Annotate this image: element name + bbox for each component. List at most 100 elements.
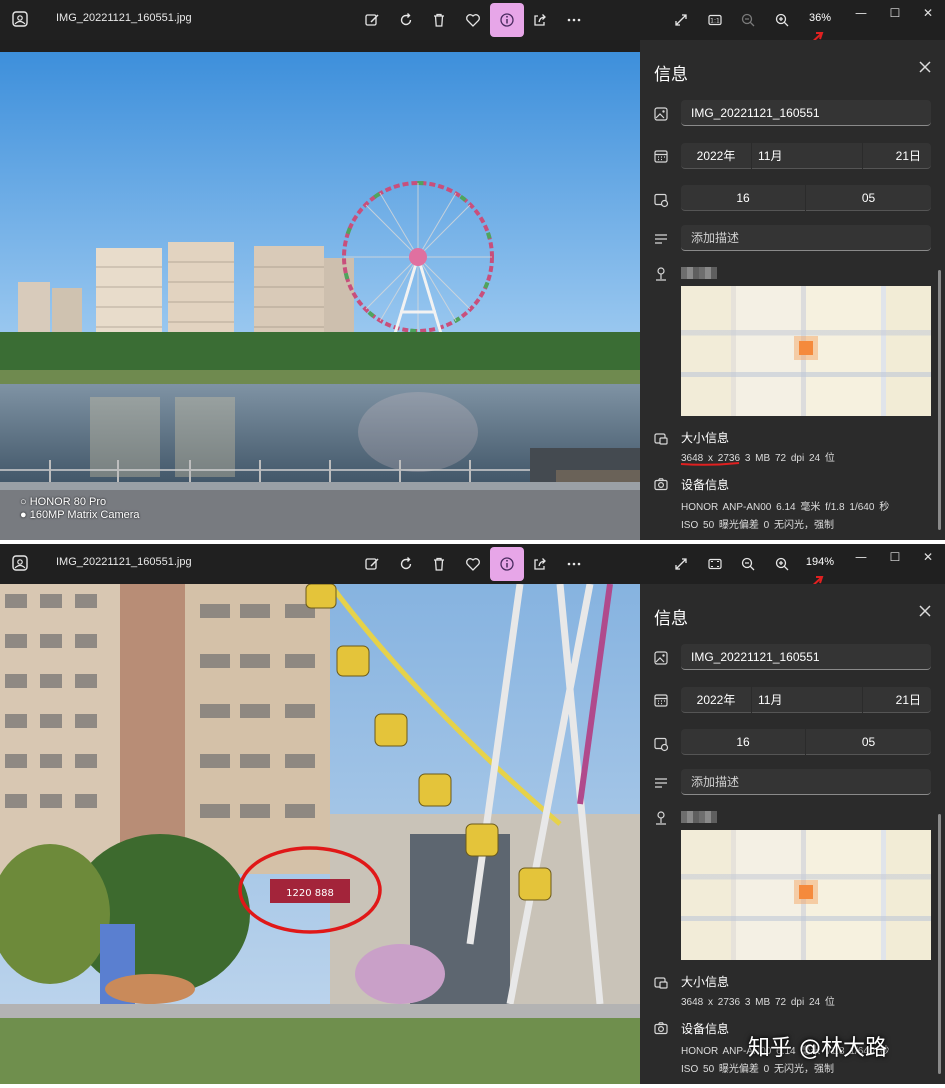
rotate-button[interactable] <box>389 547 423 581</box>
file-name-field[interactable]: IMG_20221121_160551 <box>681 100 931 126</box>
delete-icon <box>434 557 444 571</box>
zoom-level[interactable]: 194% <box>800 556 840 568</box>
favorite-button[interactable] <box>456 3 490 37</box>
time-hour[interactable]: 16 <box>681 185 805 211</box>
location-map[interactable] <box>681 830 931 960</box>
camera-sensor: 160MP Matrix Camera <box>29 509 140 521</box>
close-panel-icon[interactable] <box>916 58 934 76</box>
edit-image-icon <box>365 558 379 570</box>
date-day[interactable]: 21日 <box>863 143 931 169</box>
location-icon <box>656 267 666 281</box>
rotate-icon <box>400 13 412 26</box>
actual-size-button[interactable]: 1:1 <box>698 3 732 37</box>
fit-to-window-button[interactable] <box>698 547 732 581</box>
date-year[interactable]: 2022年 <box>681 687 751 713</box>
actual-size-icon: 1:1 <box>708 14 722 26</box>
blurred-location-text <box>681 267 717 279</box>
device-section-title: 设备信息 <box>681 1022 730 1036</box>
more-button[interactable] <box>557 547 591 581</box>
delete-icon <box>434 13 444 27</box>
info-panel: 信息 IMG_20221121_160551 2022年 11月 21日 16 … <box>640 584 945 1084</box>
photo-canvas[interactable]: ○ HONOR 80 Pro ● 160MP Matrix Camera <box>0 52 640 540</box>
time-minute[interactable]: 05 <box>806 729 931 755</box>
size-icon <box>654 977 668 989</box>
more-button[interactable] <box>557 3 591 37</box>
image-dimensions: 3648 x 2736 <box>681 997 741 1008</box>
info-button[interactable] <box>490 3 524 37</box>
edit-image-icon <box>365 14 379 26</box>
date-year[interactable]: 2022年 <box>681 143 751 169</box>
location-map[interactable] <box>681 286 931 416</box>
panel-scrollbar[interactable] <box>938 814 941 1074</box>
panel-scrollbar[interactable] <box>938 270 941 530</box>
zhihu-watermark: 知乎 @林大路 <box>748 1036 887 1061</box>
share-icon <box>534 14 546 26</box>
camera-icon <box>654 478 668 491</box>
size-details: 3648 x 2736 3 MB 72 dpi 24 位 <box>681 993 835 1008</box>
delete-button[interactable] <box>422 547 456 581</box>
photo-canvas-zoomed[interactable]: 1220 888 <box>0 584 640 1084</box>
svg-text:1:1: 1:1 <box>710 18 720 25</box>
annotation-underline <box>680 462 740 466</box>
expand-icon <box>675 14 687 26</box>
fullscreen-button[interactable] <box>664 3 698 37</box>
calendar-icon <box>654 694 668 707</box>
file-name: IMG_20221121_160551.jpg <box>56 556 192 568</box>
image-icon <box>654 651 668 665</box>
blurred-location-text <box>681 811 717 823</box>
map-pin-icon <box>799 885 813 899</box>
size-details-rest: 3 MB 72 dpi 24 位 <box>744 997 835 1008</box>
maximize-button[interactable]: ☐ <box>880 4 910 24</box>
size-icon <box>654 433 668 445</box>
share-icon <box>534 558 546 570</box>
favorite-button[interactable] <box>456 547 490 581</box>
file-name: IMG_20221121_160551.jpg <box>56 12 192 24</box>
zoom-in-button[interactable] <box>765 547 799 581</box>
zoom-out-icon <box>741 13 755 27</box>
zoomed-sign-text: 1220 888 <box>286 888 334 899</box>
image-icon <box>654 107 668 121</box>
more-icon <box>567 18 581 22</box>
info-icon <box>500 557 514 571</box>
maximize-button[interactable]: ☐ <box>880 548 910 568</box>
file-name-field[interactable]: IMG_20221121_160551 <box>681 644 931 670</box>
zoom-out-icon <box>741 557 755 571</box>
zoom-out-button[interactable] <box>731 3 765 37</box>
zoom-in-button[interactable] <box>765 3 799 37</box>
title-bar: IMG_20221121_160551.jpg 194% — ☐ ✕ <box>0 544 945 584</box>
description-icon <box>655 234 667 244</box>
minimize-button[interactable]: — <box>846 548 876 568</box>
location-icon <box>656 811 666 825</box>
minimize-button[interactable]: — <box>846 4 876 24</box>
more-icon <box>567 562 581 566</box>
title-bar: IMG_20221121_160551.jpg 1:1 36% — ☐ ✕ <box>0 0 945 40</box>
close-window-button[interactable]: ✕ <box>913 548 943 568</box>
share-button[interactable] <box>523 547 557 581</box>
size-section-title: 大小信息 <box>681 431 730 445</box>
clock-icon <box>654 737 669 752</box>
info-button[interactable] <box>490 547 524 581</box>
device-details-line2: ISO 50 曝光偏差 0 无闪光，强制 <box>681 520 835 531</box>
fullscreen-button[interactable] <box>664 547 698 581</box>
size-details-rest: 3 MB 72 dpi 24 位 <box>744 453 835 464</box>
share-button[interactable] <box>523 3 557 37</box>
favorite-icon <box>466 558 480 571</box>
description-field[interactable]: 添加描述 <box>681 769 931 795</box>
description-field[interactable]: 添加描述 <box>681 225 931 251</box>
close-panel-icon[interactable] <box>916 602 934 620</box>
time-minute[interactable]: 05 <box>806 185 931 211</box>
camera-caption-sensor: ● 160MP Matrix Camera <box>20 509 140 521</box>
close-window-button[interactable]: ✕ <box>913 4 943 24</box>
date-month[interactable]: 11月 <box>752 687 862 713</box>
date-day[interactable]: 21日 <box>863 687 931 713</box>
rotate-button[interactable] <box>389 3 423 37</box>
delete-button[interactable] <box>422 3 456 37</box>
camera-icon <box>654 1022 668 1035</box>
info-panel: 信息 IMG_20221121_160551 2022年 11月 21日 16 … <box>640 40 945 540</box>
edit-image-button[interactable] <box>355 3 389 37</box>
zoom-out-button[interactable] <box>731 547 765 581</box>
zoom-level[interactable]: 36% <box>800 12 840 24</box>
edit-image-button[interactable] <box>355 547 389 581</box>
date-month[interactable]: 11月 <box>752 143 862 169</box>
time-hour[interactable]: 16 <box>681 729 805 755</box>
